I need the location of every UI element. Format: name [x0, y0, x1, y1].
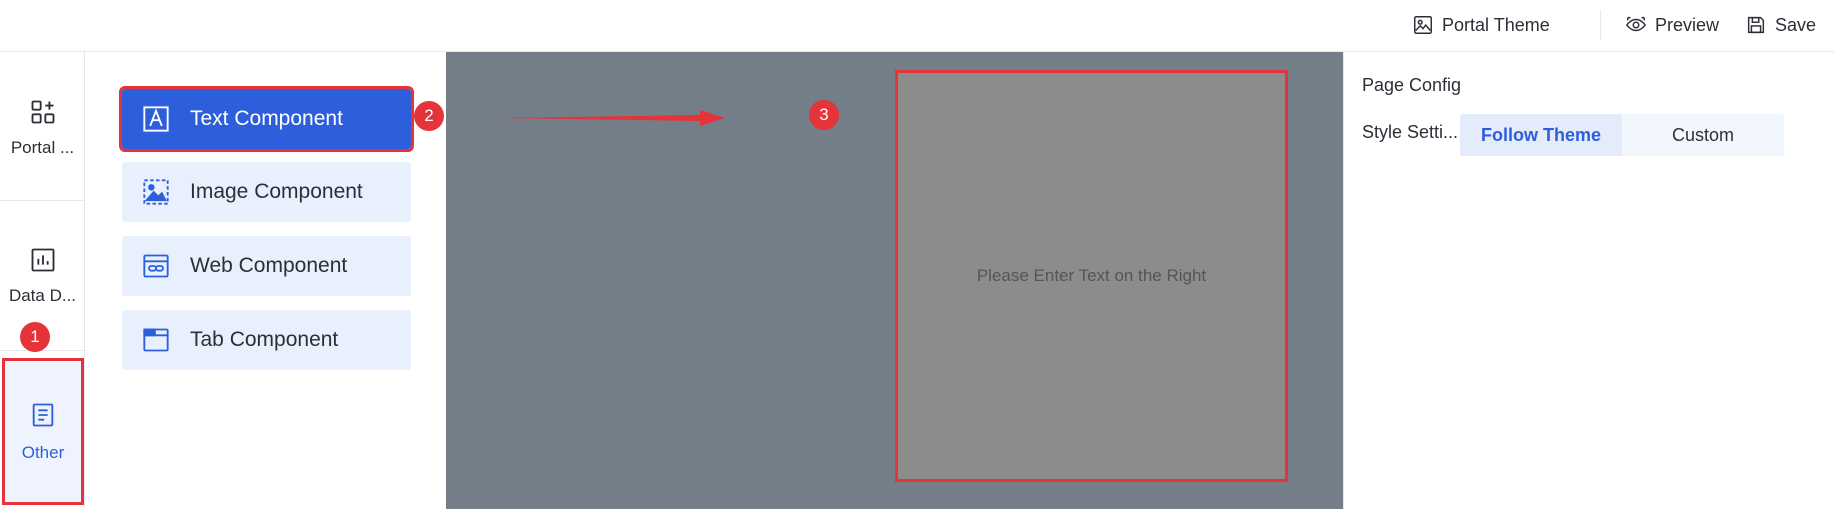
- preview-button[interactable]: Preview: [1625, 14, 1719, 36]
- left-category-nav: Portal ... Data D... Other 1: [0, 52, 85, 509]
- nav-item-label: Data D...: [8, 286, 77, 305]
- nav-divider: [0, 350, 85, 351]
- portal-theme-button[interactable]: Portal Theme: [1412, 14, 1550, 36]
- web-link-icon: [143, 254, 169, 278]
- web-component-label: Web Component: [190, 254, 348, 277]
- bar-chart-icon: [31, 248, 54, 272]
- image-component-button[interactable]: Image Component: [122, 162, 411, 222]
- tab-component-label: Tab Component: [190, 328, 339, 351]
- drag-arrow: [500, 110, 725, 126]
- image-component-label: Image Component: [190, 180, 363, 203]
- eye-icon: [1625, 16, 1647, 32]
- nav-item-label: Other: [21, 442, 65, 462]
- text-component-placeholder[interactable]: Please Enter Text on the Right: [895, 70, 1288, 482]
- toolbar-divider: [1600, 10, 1601, 40]
- nav-item-other[interactable]: Other: [2, 358, 84, 505]
- nav-item-label: Portal ...: [10, 138, 75, 157]
- theme-image-icon: [1414, 16, 1432, 34]
- save-label: Save: [1775, 14, 1817, 35]
- add-grid-icon: [31, 100, 54, 124]
- top-toolbar: Portal Theme Preview Save: [0, 0, 1834, 52]
- page-config-panel: Page Config Style Setti... Follow Theme …: [1343, 52, 1834, 509]
- document-icon: [32, 403, 54, 426]
- step-badge-2: 2: [414, 101, 444, 131]
- follow-theme-option[interactable]: Follow Theme: [1460, 114, 1622, 156]
- save-icon: [1747, 16, 1765, 34]
- custom-option[interactable]: Custom: [1622, 114, 1784, 156]
- text-component-label: Text Component: [190, 107, 343, 130]
- style-settings-label: Style Setti...: [1362, 122, 1459, 142]
- image-icon: [143, 179, 169, 205]
- placeholder-text: Please Enter Text on the Right: [976, 266, 1207, 285]
- step-badge-1: 1: [20, 322, 50, 352]
- preview-label: Preview: [1655, 14, 1720, 35]
- component-list-panel: Text Component Image Component Web Compo…: [85, 52, 446, 509]
- text-icon: [143, 106, 169, 132]
- style-segmented-control: Follow Theme Custom: [1460, 114, 1784, 156]
- nav-item-data[interactable]: Data D...: [0, 246, 85, 306]
- web-component-button[interactable]: Web Component: [122, 236, 411, 296]
- nav-divider: [0, 200, 85, 201]
- step-badge-3: 3: [809, 100, 839, 130]
- save-button[interactable]: Save: [1745, 14, 1816, 36]
- tab-component-button[interactable]: Tab Component: [122, 310, 411, 370]
- tab-icon: [143, 328, 169, 352]
- portal-theme-label: Portal Theme: [1442, 14, 1550, 35]
- page-config-title: Page Config: [1362, 75, 1462, 95]
- nav-item-portal[interactable]: Portal ...: [0, 98, 85, 158]
- text-component-button[interactable]: Text Component: [119, 86, 414, 152]
